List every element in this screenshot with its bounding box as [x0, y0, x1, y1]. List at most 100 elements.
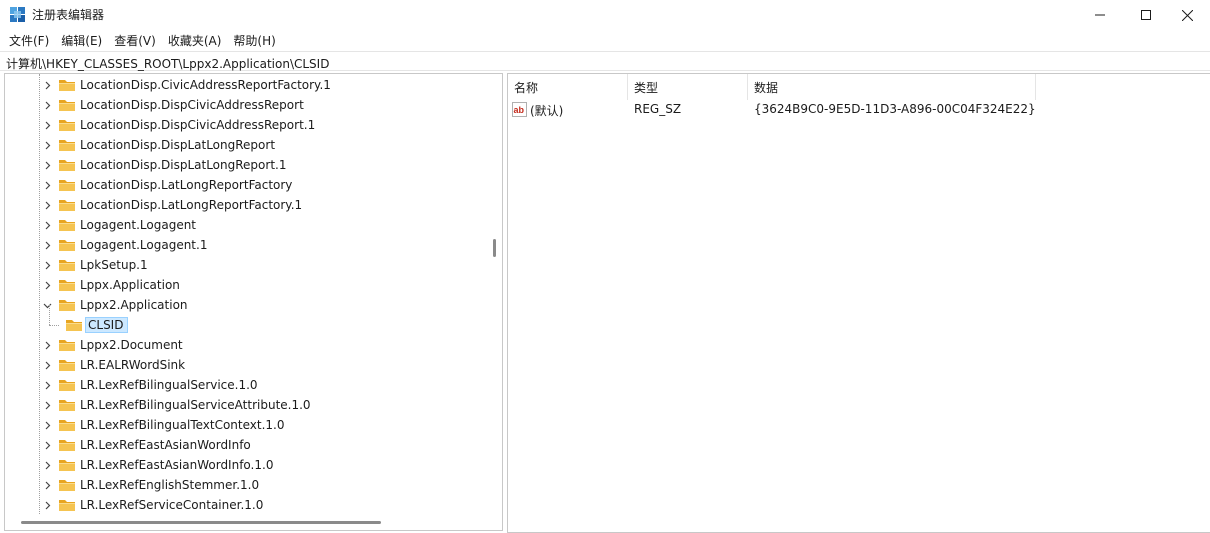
chevron-right-icon[interactable]: [42, 135, 52, 155]
value-name: (默认): [530, 104, 564, 118]
tree-item[interactable]: LR.LexRefBilingualServiceAttribute.1.0: [42, 395, 314, 415]
tree-item-label: LR.LexRefBilingualServiceAttribute.1.0: [80, 398, 311, 412]
tree-item-label: LR.LexRefServiceContainer.1.0: [80, 498, 264, 512]
tree-item[interactable]: LR.LexRefServiceContainer.1.0: [42, 495, 266, 515]
folder-icon: [59, 180, 75, 191]
chevron-down-icon[interactable]: [42, 295, 52, 315]
column-header-type[interactable]: 类型: [628, 74, 748, 100]
chevron-right-icon[interactable]: [42, 335, 52, 355]
folder-icon: [59, 480, 75, 491]
minimize-icon: [1095, 14, 1105, 16]
maximize-button[interactable]: [1123, 0, 1169, 30]
menu-help[interactable]: 帮助(H): [233, 30, 275, 50]
tree-item-label: LocationDisp.DispLatLongReport: [80, 138, 276, 152]
folder-icon: [59, 280, 75, 291]
folder-icon: [59, 440, 75, 451]
chevron-right-icon[interactable]: [42, 455, 52, 475]
chevron-right-icon[interactable]: [42, 75, 52, 95]
menu-view[interactable]: 查看(V): [114, 30, 156, 50]
folder-icon: [66, 320, 82, 331]
chevron-right-icon[interactable]: [42, 375, 52, 395]
menu-favorites[interactable]: 收藏夹(A): [168, 30, 222, 50]
folder-icon: [59, 300, 75, 311]
value-row[interactable]: ab (默认) REG_SZ {3624B9C0-9E5D-11D3-A896-…: [508, 100, 1208, 120]
tree-item[interactable]: LocationDisp.LatLongReportFactory.1: [42, 195, 305, 215]
tree-item[interactable]: Logagent.Logagent.1: [42, 235, 210, 255]
chevron-right-icon[interactable]: [42, 475, 52, 495]
folder-icon: [59, 80, 75, 91]
title-bar: 注册表编辑器: [0, 0, 1210, 30]
chevron-right-icon[interactable]: [42, 95, 52, 115]
folder-icon: [59, 380, 75, 391]
menu-file[interactable]: 文件(F): [9, 30, 49, 50]
tree-item-label: LR.LexRefBilingualService.1.0: [80, 378, 258, 392]
folder-icon: [59, 400, 75, 411]
chevron-right-icon[interactable]: [42, 495, 52, 515]
chevron-right-icon[interactable]: [42, 235, 52, 255]
key-tree-pane[interactable]: LocationDisp.CivicAddressReportFactory.1…: [4, 73, 503, 531]
tree-item-label: LR.LexRefEnglishStemmer.1.0: [80, 478, 260, 492]
folder-icon: [59, 260, 75, 271]
tree-vertical-scrollbar[interactable]: [493, 239, 496, 257]
tree-horizontal-scroll-thumb[interactable]: [21, 521, 381, 524]
chevron-right-icon[interactable]: [42, 415, 52, 435]
minimize-button[interactable]: [1077, 0, 1123, 30]
column-header-data[interactable]: 数据: [748, 74, 1036, 100]
close-icon: [1181, 9, 1193, 21]
tree-item-label: LpkSetup.1: [80, 258, 148, 272]
folder-icon: [59, 160, 75, 171]
tree-item[interactable]: Lppx.Application: [42, 275, 183, 295]
folder-icon: [59, 100, 75, 111]
chevron-right-icon[interactable]: [42, 255, 52, 275]
close-button[interactable]: [1164, 0, 1210, 30]
tree-item[interactable]: LR.LexRefBilingualTextContext.1.0: [42, 415, 288, 435]
tree-item-label: LocationDisp.LatLongReportFactory.1: [80, 198, 303, 212]
value-type: REG_SZ: [634, 102, 682, 116]
chevron-right-icon[interactable]: [42, 155, 52, 175]
address-bar[interactable]: 计算机\HKEY_CLASSES_ROOT\Lppx2.Application\…: [0, 51, 1210, 71]
values-pane[interactable]: 名称 类型 数据 ab (默认) REG_SZ {3624B9C0-9E5D-1…: [507, 73, 1210, 533]
value-data: {3624B9C0-9E5D-11D3-A896-00C04F324E22}: [754, 102, 1036, 116]
column-header-name[interactable]: 名称: [508, 74, 628, 100]
chevron-right-icon[interactable]: [42, 355, 52, 375]
tree-item[interactable]: LocationDisp.CivicAddressReportFactory.1: [42, 75, 334, 95]
tree-item-child[interactable]: CLSID: [49, 305, 129, 335]
menu-edit[interactable]: 编辑(E): [61, 30, 102, 50]
tree-item[interactable]: LR.LexRefEnglishStemmer.1.0: [42, 475, 262, 495]
tree-item[interactable]: LocationDisp.DispLatLongReport.1: [42, 155, 289, 175]
tree-item-label: Lppx.Application: [80, 278, 180, 292]
tree-item[interactable]: LocationDisp.DispCivicAddressReport.1: [42, 115, 318, 135]
tree-item[interactable]: LocationDisp.LatLongReportFactory: [42, 175, 295, 195]
chevron-right-icon[interactable]: [42, 395, 52, 415]
folder-icon: [59, 360, 75, 371]
tree-item[interactable]: Lppx2.Application: [42, 295, 191, 315]
address-path[interactable]: 计算机\HKEY_CLASSES_ROOT\Lppx2.Application\…: [6, 55, 329, 72]
tree-item-label: LR.EALRWordSink: [80, 358, 186, 372]
tree-item-label: Lppx2.Application: [80, 298, 188, 312]
tree-item[interactable]: LR.LexRefBilingualService.1.0: [42, 375, 261, 395]
tree-item[interactable]: LR.LexRefEastAsianWordInfo.1.0: [42, 455, 276, 475]
folder-icon: [59, 120, 75, 131]
tree-item[interactable]: LocationDisp.DispLatLongReport: [42, 135, 278, 155]
chevron-right-icon[interactable]: [42, 195, 52, 215]
tree-item-label: Lppx2.Document: [80, 338, 183, 352]
tree-item[interactable]: LocationDisp.DispCivicAddressReport: [42, 95, 307, 115]
chevron-right-icon[interactable]: [42, 115, 52, 135]
tree-item-label: Logagent.Logagent: [80, 218, 197, 232]
tree-item[interactable]: LR.LexRefEastAsianWordInfo: [42, 435, 254, 455]
tree-item[interactable]: Logagent.Logagent: [42, 215, 199, 235]
chevron-right-icon[interactable]: [42, 215, 52, 235]
tree-item[interactable]: Lppx2.Document: [42, 335, 186, 355]
tree-item[interactable]: LpkSetup.1: [42, 255, 151, 275]
chevron-right-icon[interactable]: [42, 435, 52, 455]
tree-connector-line: [49, 305, 50, 325]
chevron-right-icon[interactable]: [42, 175, 52, 195]
chevron-right-icon[interactable]: [42, 275, 52, 295]
folder-icon: [59, 460, 75, 471]
tree-item-label: LocationDisp.DispLatLongReport.1: [80, 158, 287, 172]
folder-icon: [59, 220, 75, 231]
folder-icon: [59, 340, 75, 351]
folder-icon: [59, 500, 75, 511]
folder-icon: [59, 420, 75, 431]
tree-item[interactable]: LR.EALRWordSink: [42, 355, 188, 375]
